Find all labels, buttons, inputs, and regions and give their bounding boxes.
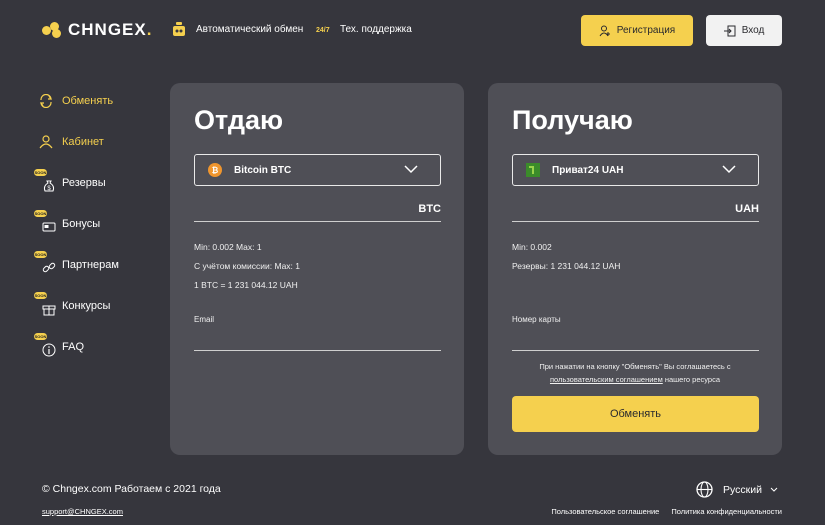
soon-badge: SOON — [34, 250, 47, 258]
login-button[interactable]: Вход — [706, 15, 782, 46]
sidebar-item-faq[interactable]: SOON FAQ — [34, 326, 154, 367]
give-limits: Min: 0.002 Max: 1 — [194, 242, 262, 252]
give-currency-code: BTC — [418, 203, 441, 215]
register-label: Регистрация — [616, 25, 676, 36]
logo-icon — [42, 22, 64, 38]
sidebar: Обменять Кабинет SOON $ Резервы SOON Бон… — [34, 80, 154, 367]
badge-24-7: 24/7 — [316, 27, 330, 34]
chevron-down-icon — [722, 165, 736, 174]
sidebar-item-cabinet[interactable]: Кабинет — [34, 121, 154, 162]
info-icon: SOON — [34, 332, 58, 359]
privacy-policy-link[interactable]: Политика конфиденциальности — [671, 507, 782, 516]
card-number-label: Номер карты — [512, 315, 561, 324]
soon-badge: SOON — [34, 168, 47, 176]
login-label: Вход — [741, 25, 765, 36]
globe-icon — [696, 481, 713, 498]
sidebar-item-contests[interactable]: SOON Конкурсы — [34, 285, 154, 326]
soon-badge: SOON — [34, 209, 47, 217]
user-agreement-link[interactable]: пользовательским соглашением — [550, 375, 663, 384]
card-number-input[interactable] — [512, 331, 759, 351]
support-link[interactable]: Тех. поддержка — [340, 24, 412, 35]
get-card: Получаю Приват24 UAH UAH Min: 0.002 Резе… — [488, 83, 782, 455]
language-label: Русский — [723, 483, 762, 496]
logo-text: CHNGEX — [68, 20, 147, 39]
sidebar-item-label: Резервы — [62, 176, 106, 189]
get-limits: Min: 0.002 — [512, 242, 552, 252]
chevron-down-icon — [770, 487, 778, 493]
refresh-icon — [34, 89, 58, 113]
gift-icon: SOON — [34, 291, 58, 318]
give-amount-input[interactable]: BTC — [194, 195, 441, 222]
get-currency-label: Приват24 UAH — [552, 164, 624, 176]
sidebar-item-label: Конкурсы — [62, 299, 111, 312]
get-currency-select[interactable]: Приват24 UAH — [512, 154, 759, 186]
language-selector[interactable]: Русский — [696, 481, 778, 498]
give-card: Отдаю ₿ Bitcoin BTC BTC Min: 0.002 Max: … — [170, 83, 464, 455]
sidebar-item-bonuses[interactable]: SOON Бонусы — [34, 203, 154, 244]
sidebar-item-label: Кабинет — [62, 135, 104, 148]
bitcoin-icon: ₿ — [208, 163, 222, 177]
give-currency-label: Bitcoin BTC — [234, 164, 292, 176]
sidebar-item-label: Партнерам — [62, 258, 119, 271]
sidebar-item-label: FAQ — [62, 340, 85, 353]
get-amount-input[interactable]: UAH — [512, 195, 759, 222]
privat24-icon — [526, 163, 540, 177]
agreement-prefix: При нажатии на кнопку "Обменять" Вы согл… — [539, 362, 731, 371]
give-rate: 1 BTC = 1 231 044.12 UAH — [194, 280, 298, 290]
give-commission: С учётом комиссии: Max: 1 — [194, 261, 300, 271]
login-icon — [723, 25, 736, 37]
email-label: Email — [194, 315, 215, 324]
email-field[interactable] — [194, 331, 441, 351]
user-add-icon — [599, 25, 611, 37]
logo[interactable]: CHNGEX. — [42, 20, 151, 40]
email-input[interactable] — [194, 331, 441, 351]
link-icon: SOON — [34, 250, 58, 277]
robot-icon — [173, 22, 185, 36]
moneybag-icon: SOON $ — [34, 168, 58, 195]
header: CHNGEX. Автоматический обмен 24/7 Тех. п… — [0, 0, 825, 60]
support-email-link[interactable]: support@CHNGEX.com — [42, 507, 123, 516]
copyright: © Chngex.com Работаем с 2021 года — [42, 483, 221, 495]
get-reserves: Резервы: 1 231 044.12 UAH — [512, 261, 621, 271]
card-number-field[interactable] — [512, 331, 759, 351]
logo-dot: . — [146, 20, 152, 39]
give-currency-select[interactable]: ₿ Bitcoin BTC — [194, 154, 441, 186]
user-icon — [34, 130, 58, 154]
get-currency-code: UAH — [735, 203, 759, 215]
sidebar-item-partners[interactable]: SOON Партнерам — [34, 244, 154, 285]
soon-badge: SOON — [34, 332, 47, 340]
card-icon: SOON — [34, 209, 58, 236]
agreement-suffix: нашего ресурса — [662, 375, 721, 384]
register-button[interactable]: Регистрация — [581, 15, 693, 46]
auto-exchange-text: Автоматический обмен — [196, 24, 304, 35]
soon-badge: SOON — [34, 291, 47, 299]
agreement-text: При нажатии на кнопку "Обменять" Вы согл… — [488, 360, 782, 386]
footer-links: Пользовательское соглашение Политика кон… — [539, 507, 782, 516]
sidebar-item-reserves[interactable]: SOON $ Резервы — [34, 162, 154, 203]
exchange-button[interactable]: Обменять — [512, 396, 759, 432]
get-title: Получаю — [512, 105, 633, 135]
give-title: Отдаю — [194, 105, 284, 135]
chevron-down-icon — [404, 165, 418, 174]
sidebar-item-label: Бонусы — [62, 217, 101, 230]
sidebar-item-label: Обменять — [62, 94, 114, 107]
user-agreement-footer-link[interactable]: Пользовательское соглашение — [551, 507, 659, 516]
sidebar-item-exchange[interactable]: Обменять — [34, 80, 154, 121]
